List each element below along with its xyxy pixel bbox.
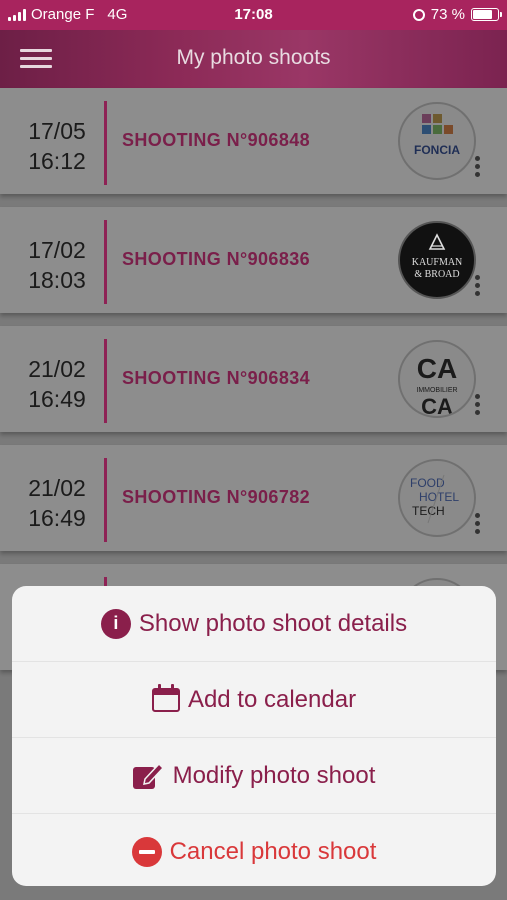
logo-text: IMMOBILIER bbox=[416, 387, 457, 394]
more-options-icon[interactable] bbox=[475, 275, 481, 299]
minus-circle-icon bbox=[131, 836, 162, 867]
shoot-card[interactable]: 17/05 16:12 SHOOTING N°906848 FONCIA bbox=[0, 88, 507, 194]
kaufman-broad-logo: KAUFMAN & BROAD bbox=[398, 221, 476, 299]
add-to-calendar-button[interactable]: Add to calendar bbox=[12, 662, 496, 738]
card-divider bbox=[104, 220, 107, 304]
more-options-icon[interactable] bbox=[475, 394, 481, 418]
cancel-shoot-label: Cancel photo shoot bbox=[169, 837, 377, 865]
page-title: My photo shoots bbox=[176, 46, 331, 69]
shoot-date: 21/02 16:49 bbox=[22, 354, 92, 414]
svg-text:TECH: TECH bbox=[412, 504, 445, 518]
shoot-time: 18:03 bbox=[28, 267, 86, 293]
shoot-time: 16:49 bbox=[28, 386, 86, 412]
shoot-day: 17/02 bbox=[28, 237, 86, 263]
status-bar: Orange F 4G 17:08 73 % bbox=[0, 0, 507, 30]
modify-shoot-button[interactable]: Modify photo shoot bbox=[12, 738, 496, 814]
info-icon: i bbox=[100, 608, 131, 639]
shoot-time: 16:12 bbox=[28, 148, 86, 174]
battery-area: 73 % bbox=[412, 6, 502, 23]
add-to-calendar-label: Add to calendar bbox=[187, 685, 357, 713]
foncia-logo: FONCIA bbox=[398, 102, 476, 180]
show-details-button[interactable]: i Show photo shoot details bbox=[12, 586, 496, 662]
calendar-icon bbox=[151, 683, 180, 712]
shoot-day: 21/02 bbox=[28, 356, 86, 382]
shoot-day: 17/05 bbox=[28, 118, 86, 144]
svg-text:CA: CA bbox=[417, 353, 457, 384]
svg-text:CA: CA bbox=[421, 394, 453, 416]
shoot-card[interactable]: 21/02 16:49 SHOOTING N°906834 CA IMMOBIL… bbox=[0, 326, 507, 432]
shoot-name: SHOOTING N°906836 bbox=[122, 249, 311, 269]
credit-agricole-immobilier-logo: CA IMMOBILIER CA bbox=[398, 340, 476, 418]
svg-text:KAUFMAN: KAUFMAN bbox=[412, 257, 463, 268]
more-options-icon[interactable] bbox=[475, 156, 481, 180]
action-sheet: i Show photo shoot details Add to calend… bbox=[12, 586, 496, 886]
edit-icon bbox=[132, 761, 165, 791]
shoot-date: 21/02 16:49 bbox=[22, 473, 92, 533]
battery-percent: 73 % bbox=[430, 6, 465, 23]
card-divider bbox=[104, 339, 107, 423]
shoot-name: SHOOTING N°906848 bbox=[122, 130, 311, 150]
card-divider bbox=[104, 101, 107, 185]
shoot-date: 17/05 16:12 bbox=[22, 116, 92, 176]
show-details-label: Show photo shoot details bbox=[138, 609, 408, 637]
app-header: My photo shoots bbox=[0, 30, 507, 88]
shoot-date: 17/02 18:03 bbox=[22, 235, 92, 295]
cancel-shoot-button[interactable]: Cancel photo shoot bbox=[12, 814, 496, 886]
logo-text: FONCIA bbox=[414, 143, 460, 157]
alarm-icon bbox=[412, 8, 425, 21]
battery-icon bbox=[471, 8, 502, 21]
svg-text:& BROAD: & BROAD bbox=[414, 269, 459, 280]
food-hotel-tech-logo: FOOD HOTEL TECH bbox=[398, 459, 476, 537]
shoot-card[interactable]: 21/02 16:49 SHOOTING N°906782 FOOD HOTEL… bbox=[0, 445, 507, 551]
shoot-name: SHOOTING N°906782 bbox=[122, 487, 311, 507]
shoot-card[interactable]: 17/02 18:03 SHOOTING N°906836 KAUFMAN & … bbox=[0, 207, 507, 313]
card-divider bbox=[104, 458, 107, 542]
more-options-icon[interactable] bbox=[475, 513, 481, 537]
svg-text:HOTEL: HOTEL bbox=[419, 490, 459, 504]
modify-shoot-label: Modify photo shoot bbox=[172, 761, 376, 789]
shoot-day: 21/02 bbox=[28, 475, 86, 501]
shoot-name: SHOOTING N°906834 bbox=[122, 368, 311, 388]
shoot-time: 16:49 bbox=[28, 505, 86, 531]
